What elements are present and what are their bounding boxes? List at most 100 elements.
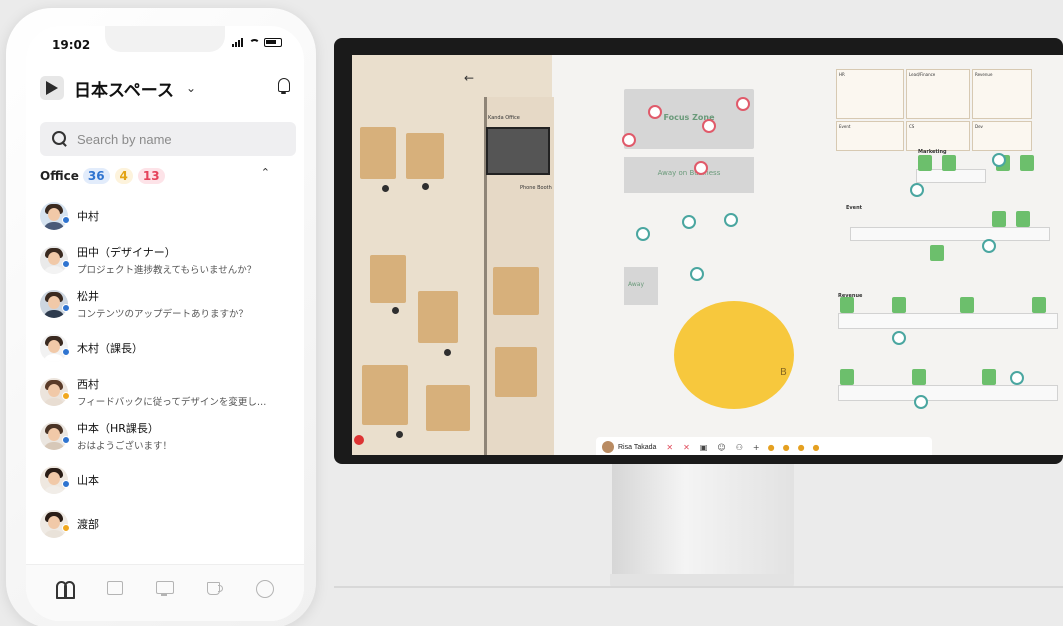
- panel-title: HR: [839, 72, 845, 77]
- signal-icon: [232, 38, 245, 47]
- info-panel[interactable]: Revenue: [972, 69, 1032, 119]
- info-panel[interactable]: Dev: [972, 121, 1032, 151]
- member-name: 中村: [77, 210, 99, 223]
- list-item[interactable]: 西村 フィードバックに従ってデザインを変更し…: [40, 370, 296, 414]
- plus-icon[interactable]: +: [753, 443, 760, 452]
- user-pin[interactable]: [982, 239, 996, 253]
- search-input[interactable]: Search by name: [40, 122, 296, 156]
- info-panel[interactable]: HR: [836, 69, 904, 119]
- search-icon: [52, 131, 68, 147]
- monitor: ← Kanda Office Phone Booth Focus Zone Aw…: [334, 38, 1063, 464]
- profile-icon[interactable]: [255, 579, 275, 598]
- user-pin[interactable]: [682, 215, 696, 229]
- reaction-icon[interactable]: ●: [798, 443, 805, 452]
- camera-off-icon[interactable]: ✕: [683, 443, 690, 452]
- status-dot: [62, 260, 70, 268]
- user-pin[interactable]: [724, 213, 738, 227]
- chair: [942, 155, 956, 171]
- away-business-label: Away on Business: [657, 169, 721, 177]
- desk-surface: [334, 586, 1063, 588]
- emoji-icon[interactable]: ☺: [717, 443, 725, 452]
- user-pin[interactable]: [892, 331, 906, 345]
- reaction-icon[interactable]: ●: [768, 443, 775, 452]
- chair: [892, 297, 906, 313]
- focus-zone[interactable]: Focus Zone: [624, 89, 754, 149]
- mic-off-icon[interactable]: ✕: [666, 443, 673, 452]
- chat-icon[interactable]: [105, 579, 125, 597]
- people-icon[interactable]: ⚇: [736, 443, 743, 452]
- reaction-icon[interactable]: ●: [783, 443, 790, 452]
- user-pin[interactable]: [910, 183, 924, 197]
- search-placeholder: Search by name: [77, 131, 172, 147]
- list-item[interactable]: 中本（HR課長） おはようございます！: [40, 414, 296, 458]
- list-item[interactable]: 中村: [40, 194, 296, 238]
- user-pin[interactable]: [736, 97, 750, 111]
- bell-icon[interactable]: [276, 77, 292, 95]
- panel-title: Revenue: [975, 72, 993, 77]
- chair: [422, 183, 429, 190]
- arrow-left-icon[interactable]: ←: [464, 71, 474, 85]
- user-pin[interactable]: [1010, 371, 1024, 385]
- panel-title: CS: [909, 124, 915, 129]
- user-pin[interactable]: [648, 105, 662, 119]
- info-panel[interactable]: Event: [836, 121, 904, 151]
- people-icon[interactable]: [55, 579, 75, 599]
- away-label: Away: [628, 281, 644, 288]
- list-item[interactable]: 渡部: [40, 502, 296, 546]
- chevron-down-icon[interactable]: ⌄: [186, 81, 196, 95]
- camera-feed[interactable]: [486, 127, 550, 175]
- member-name: 渡部: [77, 518, 99, 531]
- list-item[interactable]: 松井 コンテンツのアップデートありますか？: [40, 282, 296, 326]
- desk: [362, 365, 408, 425]
- away-on-business-zone[interactable]: Away on Business: [624, 157, 754, 193]
- member-name: 木村（課長）: [77, 342, 143, 355]
- user-pin[interactable]: [702, 119, 716, 133]
- reaction-icon[interactable]: ●: [813, 443, 820, 452]
- desk-cluster: [850, 227, 1050, 241]
- user-pin[interactable]: [622, 133, 636, 147]
- lounge-label: B: [780, 367, 787, 378]
- list-item[interactable]: 田中（デザイナー） プロジェクト進捗教えてもらいませんか？: [40, 238, 296, 282]
- chair: [840, 369, 854, 385]
- user-pin[interactable]: [914, 395, 928, 409]
- phone-booth-label: Phone Booth: [520, 185, 552, 191]
- chair: [396, 431, 403, 438]
- list-item[interactable]: 木村（課長）: [40, 326, 296, 370]
- screen-icon[interactable]: [155, 579, 175, 597]
- desk: [495, 347, 537, 397]
- office-group-header[interactable]: Office 36 4 13 ⌃: [40, 166, 270, 186]
- chair: [444, 349, 451, 356]
- chair: [392, 307, 399, 314]
- notification-badge[interactable]: [354, 435, 364, 445]
- member-name: 松井: [77, 290, 99, 303]
- lounge-area[interactable]: [674, 301, 794, 409]
- chevron-up-icon[interactable]: ⌃: [261, 166, 270, 179]
- cup-icon[interactable]: [205, 579, 225, 597]
- member-name: 田中（デザイナー）: [77, 246, 176, 259]
- office-label: Office: [40, 169, 79, 183]
- panel-title: Event: [839, 124, 851, 129]
- member-name: 山本: [77, 474, 99, 487]
- phone-notch: [105, 26, 225, 52]
- list-item[interactable]: 山本: [40, 458, 296, 502]
- user-pin[interactable]: [690, 267, 704, 281]
- panel-title: Dev: [975, 124, 983, 129]
- panel-title: Lead/Finance: [909, 72, 936, 77]
- space-name[interactable]: 日本スペース: [74, 76, 174, 101]
- status-dot: [62, 392, 70, 400]
- info-panel[interactable]: Lead/Finance: [906, 69, 970, 119]
- user-pin[interactable]: [694, 161, 708, 175]
- user-pin[interactable]: [992, 153, 1006, 167]
- screen-share-icon[interactable]: ▣: [700, 443, 708, 452]
- desk: [360, 127, 396, 179]
- desk-cluster: [838, 313, 1058, 329]
- away-zone[interactable]: Away: [624, 267, 658, 305]
- virtual-office-map[interactable]: ← Kanda Office Phone Booth Focus Zone Aw…: [352, 55, 1063, 455]
- info-panel[interactable]: CS: [906, 121, 970, 151]
- desk: [493, 267, 539, 315]
- status-dot: [62, 480, 70, 488]
- department-label: Event: [846, 205, 863, 211]
- user-pin[interactable]: [636, 227, 650, 241]
- avatar[interactable]: [602, 441, 614, 453]
- chair: [1016, 211, 1030, 227]
